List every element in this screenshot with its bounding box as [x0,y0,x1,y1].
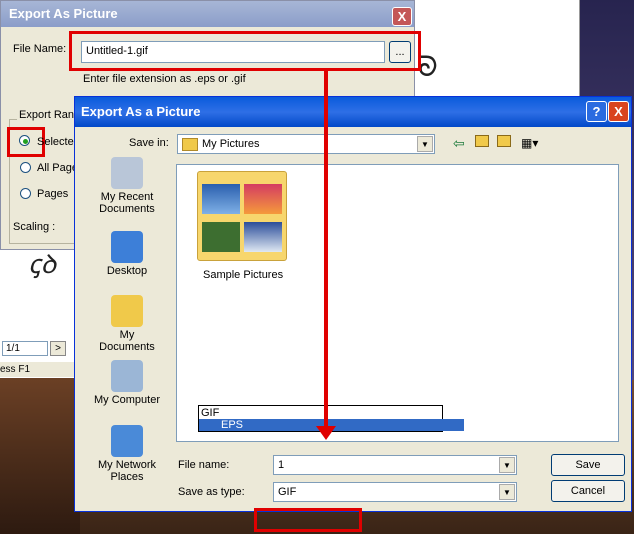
file-list[interactable]: Sample Pictures [176,164,619,442]
save-button[interactable]: Save [551,454,625,476]
dropdown-option-gif[interactable]: GIF [201,407,219,419]
help-icon[interactable]: ? [586,101,607,122]
radio-selected[interactable] [19,135,30,146]
save-in-label: Save in: [129,137,169,149]
place-recent-documents[interactable]: My Recent Documents [93,157,161,215]
script-artwork-left: ꞔꝺ [28,250,57,280]
export-range-label: Export Ran [17,109,77,121]
save-as-dialog: Export As a Picture ? X Save in: My Pict… [74,96,632,512]
file-name-field[interactable]: Untitled-1.gif [81,41,385,63]
next-page-button[interactable]: > [50,341,66,356]
background-ruins [0,378,80,534]
cancel-button[interactable]: Cancel [551,480,625,502]
up-folder-icon[interactable] [475,135,489,147]
status-bar-text: ess F1 [0,362,80,377]
extension-hint: Enter file extension as .eps or .gif [83,73,246,85]
save-as-type-combo[interactable]: GIF [273,482,517,502]
browse-button[interactable]: ... [389,41,411,63]
sample-pictures-folder[interactable] [197,171,287,261]
annotation-arrow [324,68,328,433]
dialog-title: Export As Picture [1,1,414,27]
chevron-down-icon[interactable]: ▼ [417,136,433,152]
chevron-down-icon[interactable]: ▼ [499,484,515,500]
highlight-box-eps [254,508,362,532]
save-as-type-label: Save as type: [178,486,245,498]
scaling-label: Scaling : [13,221,56,233]
file-name-combo[interactable]: 1 [273,455,517,475]
views-menu-icon[interactable]: ▦▾ [521,136,538,150]
close-icon[interactable]: X [608,101,629,122]
radio-selected-label: Selecte [37,136,74,148]
place-my-documents[interactable]: My Documents [93,295,161,353]
radio-all-pages[interactable] [20,162,31,173]
folder-label: Sample Pictures [203,269,284,281]
page-indicator[interactable]: 1/1 [2,341,48,356]
back-icon[interactable]: ⇦ [453,135,465,152]
folder-icon [182,137,198,151]
place-desktop[interactable]: Desktop [93,231,161,277]
close-icon[interactable]: X [392,7,412,26]
annotation-arrowhead [316,426,336,440]
file-name-label: File name: [178,459,230,471]
radio-pages-label: Pages [37,188,69,200]
dialog-title: Export As a Picture [75,97,631,127]
new-folder-icon[interactable] [497,135,511,147]
chevron-down-icon[interactable]: ▼ [499,457,515,473]
places-bar: My Recent Documents Desktop My Documents… [93,157,161,517]
place-my-network-places[interactable]: My Network Places [93,425,161,483]
radio-pages[interactable] [20,188,31,199]
radio-all-pages-label: All Page [37,162,78,174]
save-in-value: My Pictures [202,138,260,150]
file-name-label: File Name: [13,43,67,55]
place-my-computer[interactable]: My Computer [93,360,161,406]
save-in-combo[interactable]: My Pictures [177,134,435,154]
